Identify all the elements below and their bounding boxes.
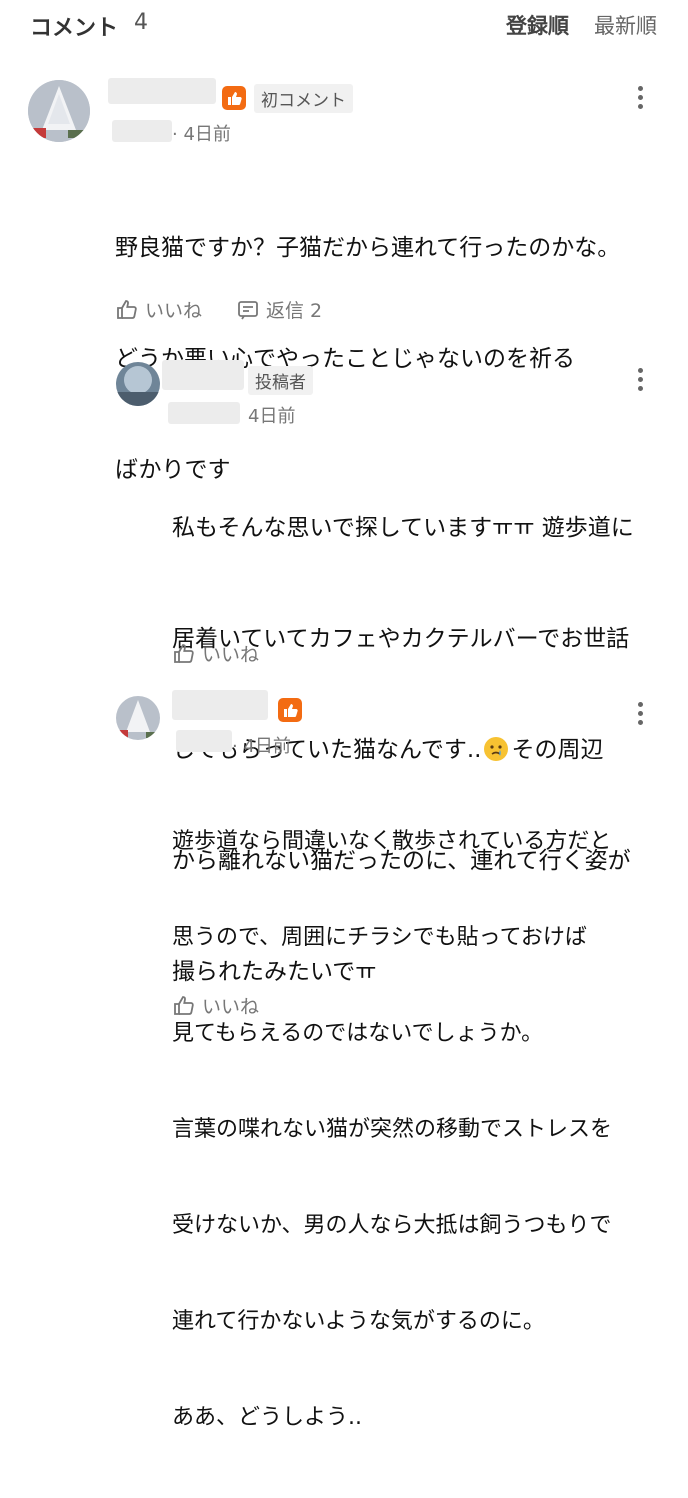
comment-text: 遊歩道なら間違いなく散歩されている方だと 思うので、周囲にチラシでも貼っておけば… xyxy=(172,762,612,1498)
thumbs-up-icon xyxy=(117,299,137,319)
comment-line: 遊歩道なら間違いなく散歩されている方だと xyxy=(172,829,612,854)
crying-face-emoji xyxy=(484,737,509,761)
username-redacted xyxy=(172,690,268,720)
comments-count: 4 xyxy=(134,10,148,35)
comment-line: 私もそんな思いで探していますㅠㅠ 遊歩道に xyxy=(172,515,634,541)
thumbs-up-icon xyxy=(174,643,194,663)
username-redacted xyxy=(108,78,216,104)
more-vertical-icon[interactable] xyxy=(635,82,645,114)
user-id-redacted xyxy=(112,120,172,142)
thumbs-up-icon xyxy=(174,995,194,1015)
like-label: いいね xyxy=(202,996,260,1018)
user-id-redacted xyxy=(176,730,232,752)
avatar[interactable] xyxy=(116,362,160,406)
more-vertical-icon[interactable] xyxy=(635,698,645,730)
badge-icon xyxy=(278,698,302,722)
reply-icon xyxy=(238,300,258,319)
like-label: いいね xyxy=(202,644,260,666)
sort-newest-button[interactable]: 最新順 xyxy=(594,10,657,40)
comments-title: コメント xyxy=(30,16,119,41)
username-redacted xyxy=(162,360,244,390)
comment-line: 受けないか、男の人なら大抵は飼うつもりで xyxy=(172,1213,612,1238)
comment-time: 4日前 xyxy=(248,406,296,427)
like-button[interactable]: いいね xyxy=(115,296,202,323)
comment-time: · 4日前 xyxy=(232,736,291,757)
badge-icon xyxy=(222,86,246,110)
avatar[interactable] xyxy=(116,696,160,740)
comment-line: 見てもらえるのではないでしょうか。 xyxy=(172,1021,544,1046)
comment-line-part: その周辺 xyxy=(511,737,604,763)
comments-header: コメント 4 登録順 最新順 xyxy=(0,0,688,56)
comment-line: 思うので、周囲にチラシでも貼っておけば xyxy=(172,925,587,950)
comment-line: 連れて行かないような気がするのに。 xyxy=(172,1309,545,1334)
avatar[interactable] xyxy=(28,80,90,142)
comment-time: · 4日前 xyxy=(172,124,231,145)
reply-button[interactable]: 返信 2 xyxy=(236,296,322,323)
sort-registered-button[interactable]: 登録順 xyxy=(506,10,569,40)
user-id-redacted xyxy=(168,402,240,424)
like-label: いいね xyxy=(145,300,203,322)
like-button[interactable]: いいね xyxy=(172,640,259,667)
first-comment-tag: 初コメント xyxy=(254,84,353,113)
comment-line: ああ、どうしよう.. xyxy=(172,1405,362,1430)
comment-line: 野良猫ですか？子猫だから連れて行ったのかな。 xyxy=(115,235,621,261)
comment-line: 言葉の喋れない猫が突然の移動でストレスを xyxy=(172,1117,613,1142)
like-button[interactable]: いいね xyxy=(172,992,259,1019)
poster-tag: 投稿者 xyxy=(248,366,313,395)
reply-label: 返信 2 xyxy=(266,300,323,322)
more-vertical-icon[interactable] xyxy=(635,364,645,396)
